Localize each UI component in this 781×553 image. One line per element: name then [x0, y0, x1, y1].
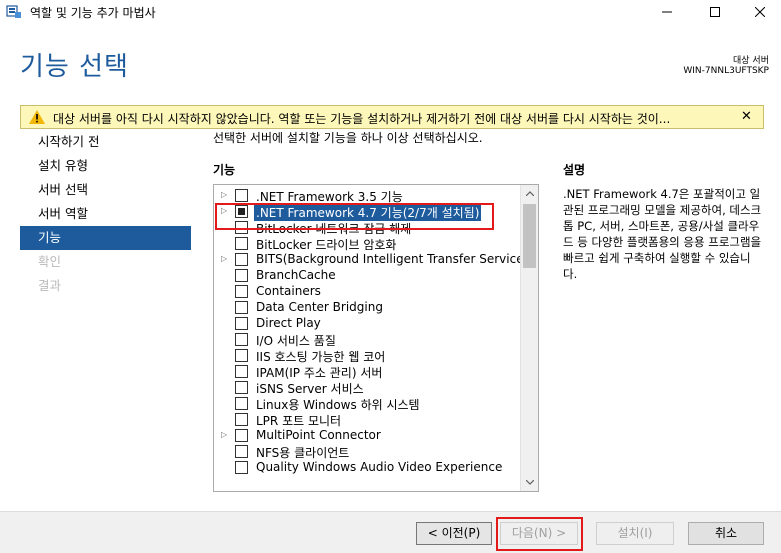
feature-row[interactable]: LPR 포트 모니터 [214, 411, 520, 428]
nav-item-confirmation: 확인 [38, 254, 62, 269]
chevron-up-icon [525, 191, 534, 196]
feature-checkbox[interactable] [235, 189, 248, 202]
close-icon [755, 7, 765, 17]
highlight-box-next-button [496, 517, 583, 551]
description-heading: 설명 [563, 163, 586, 177]
feature-row[interactable]: ▷ .NET Framework 3.5 기능 [214, 187, 520, 204]
scroll-down-button[interactable] [521, 474, 538, 491]
feature-label: Containers [256, 284, 321, 298]
expand-arrow-icon[interactable]: ▷ [221, 254, 229, 264]
feature-row[interactable]: I/O 서비스 품질 [214, 331, 520, 348]
window-title: 역할 및 기능 추가 마법사 [30, 6, 156, 20]
feature-checkbox[interactable] [235, 413, 248, 426]
expand-arrow-icon[interactable]: ▷ [221, 190, 229, 200]
restart-warning-bar: 대상 서버를 아직 다시 시작하지 않았습니다. 역할 또는 기능을 설치하거나… [20, 105, 764, 129]
nav-item-before-you-begin[interactable]: 시작하기 전 [20, 130, 191, 154]
feature-row[interactable]: Data Center Bridging [214, 299, 520, 315]
feature-label: BranchCache [256, 268, 336, 282]
feature-row[interactable]: ▷ BITS(Background Intelligent Transfer S… [214, 251, 520, 267]
nav-item-results: 결과 [38, 278, 62, 293]
wizard-nav: 시작하기 전 설치 유형 서버 선택 서버 역할 기능 확인 결과 [20, 130, 191, 298]
scrollbar-thumb[interactable] [523, 204, 536, 268]
instruction-text: 선택한 서버에 설치할 기능을 하나 이상 선택하십시오. [213, 131, 483, 145]
feature-row[interactable]: IIS 호스팅 가능한 웹 코어 [214, 347, 520, 364]
nav-item-installation-type[interactable]: 설치 유형 [20, 154, 191, 178]
feature-checkbox[interactable] [235, 445, 248, 458]
feature-row[interactable]: ▷ MultiPoint Connector [214, 427, 520, 443]
highlight-box-selected-feature [215, 203, 494, 230]
minimize-button[interactable] [644, 0, 690, 24]
warning-icon [29, 110, 45, 124]
warning-text: 대상 서버를 아직 다시 시작하지 않았습니다. 역할 또는 기능을 설치하거나… [53, 112, 671, 126]
feature-label: MultiPoint Connector [256, 428, 381, 442]
nav-item-server-roles[interactable]: 서버 역할 [20, 202, 191, 226]
feature-checkbox[interactable] [235, 365, 248, 378]
close-button[interactable] [737, 0, 781, 24]
feature-row[interactable]: IPAM(IP 주소 관리) 서버 [214, 363, 520, 380]
features-list-content: ▷ .NET Framework 3.5 기능 ▷ .NET Framework… [214, 185, 520, 491]
chevron-down-icon [525, 480, 534, 485]
previous-button[interactable]: < 이전(P) [416, 522, 492, 545]
feature-row[interactable]: Linux용 Windows 하위 시스템 [214, 395, 520, 412]
scroll-up-button[interactable] [521, 185, 538, 202]
feature-checkbox[interactable] [235, 269, 248, 282]
feature-checkbox[interactable] [235, 333, 248, 346]
features-list[interactable]: ▷ .NET Framework 3.5 기능 ▷ .NET Framework… [213, 184, 539, 492]
features-scrollbar[interactable] [520, 185, 538, 491]
feature-row[interactable]: iSNS Server 서비스 [214, 379, 520, 396]
feature-checkbox[interactable] [235, 317, 248, 330]
nav-item-server-selection[interactable]: 서버 선택 [20, 178, 191, 202]
install-button: 설치(I) [596, 522, 674, 545]
warning-close-icon[interactable]: ✕ [741, 109, 752, 124]
maximize-icon [710, 7, 720, 17]
feature-label: Direct Play [256, 316, 321, 330]
target-server-label: 대상 서버 [733, 56, 769, 66]
features-heading: 기능 [213, 163, 236, 177]
feature-row[interactable]: NFS용 클라이언트 [214, 443, 520, 460]
feature-row[interactable]: BitLocker 드라이브 암호화 [214, 235, 520, 252]
feature-row[interactable]: Containers [214, 283, 520, 299]
feature-label: BITS(Background Intelligent Transfer Ser… [256, 252, 520, 266]
feature-checkbox[interactable] [235, 429, 248, 442]
feature-row[interactable]: Direct Play [214, 315, 520, 331]
cancel-button[interactable]: 취소 [688, 522, 764, 545]
minimize-icon [662, 11, 672, 13]
page-title: 기능 선택 [20, 52, 129, 82]
feature-label: Quality Windows Audio Video Experience [256, 460, 503, 474]
feature-checkbox[interactable] [235, 237, 248, 250]
feature-row[interactable]: BranchCache [214, 267, 520, 283]
expand-arrow-icon[interactable]: ▷ [221, 430, 229, 440]
feature-checkbox[interactable] [235, 397, 248, 410]
server-manager-icon [6, 5, 21, 18]
feature-checkbox[interactable] [235, 253, 248, 266]
feature-checkbox[interactable] [235, 301, 248, 314]
feature-description: .NET Framework 4.7은 포괄적이고 일관된 프로그래밍 모델을 … [563, 187, 762, 281]
maximize-button[interactable] [692, 0, 738, 24]
feature-checkbox[interactable] [235, 349, 248, 362]
feature-row[interactable]: Quality Windows Audio Video Experience [214, 459, 520, 475]
nav-item-features[interactable]: 기능 [20, 226, 191, 250]
feature-checkbox[interactable] [235, 381, 248, 394]
title-bar: 역할 및 기능 추가 마법사 [0, 0, 781, 24]
feature-checkbox[interactable] [235, 285, 248, 298]
feature-checkbox[interactable] [235, 461, 248, 474]
target-server-name: WIN-7NNL3UFTSKP [683, 66, 769, 76]
feature-label: Data Center Bridging [256, 300, 383, 314]
